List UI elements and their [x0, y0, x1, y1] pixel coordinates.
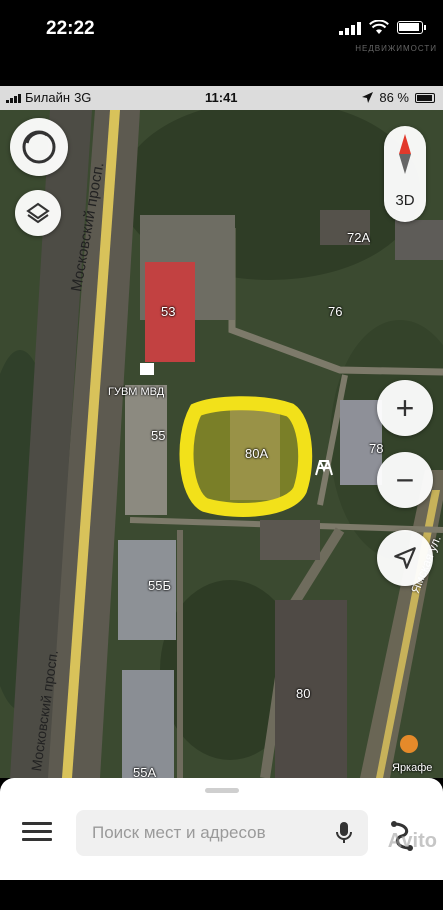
watermark-text: НЕДВИЖИМОСТИ [355, 44, 437, 53]
building-label-76[interactable]: 76 [328, 304, 342, 319]
building-label-78[interactable]: 78 [369, 441, 383, 456]
menu-button[interactable] [22, 822, 52, 846]
cellular-signal-icon [339, 21, 361, 35]
zoom-out-button[interactable]: − [377, 452, 433, 508]
device-status-bar: 22:22 НЕДВИЖИМОСТИ [0, 0, 443, 86]
poi-guvm-mvd[interactable]: ГУВМ МВД [108, 386, 164, 398]
building-label-80[interactable]: 80 [296, 686, 310, 701]
battery-icon [415, 92, 435, 103]
menu-icon-line [22, 838, 52, 841]
minus-icon: − [395, 462, 415, 498]
playground-icon [315, 460, 333, 476]
screenshot-status-bar: Билайн 3G 11:41 86 % [0, 86, 443, 110]
microphone-icon[interactable] [336, 822, 352, 844]
drag-handle[interactable] [205, 788, 239, 793]
building-label-55b[interactable]: 55Б [148, 578, 171, 593]
menu-icon-line [22, 822, 52, 825]
screenshot-clock: 11:41 [205, 90, 238, 105]
building-label-55a[interactable]: 55А [133, 765, 156, 778]
layers-button[interactable] [15, 190, 61, 236]
device-clock: 22:22 [46, 18, 95, 39]
device-status-icons [339, 20, 426, 35]
plus-icon: + [395, 390, 415, 426]
poi-cafe[interactable]: Яркафе [392, 762, 432, 774]
wifi-icon [369, 20, 389, 34]
battery-percent: 86 % [379, 90, 409, 105]
menu-icon-line [22, 830, 52, 833]
3d-toggle-label[interactable]: 3D [384, 192, 426, 209]
avito-watermark: Avito [387, 830, 437, 852]
building-label-72a[interactable]: 72А [347, 230, 370, 245]
carrier-name: Билайн [25, 90, 71, 105]
my-location-top-button[interactable] [10, 118, 68, 176]
layers-icon [26, 202, 50, 224]
search-panel: Avito [0, 778, 443, 880]
circle-target-icon [22, 130, 56, 164]
satellite-map[interactable]: Московский просп. Московский просп. Ямск… [0, 110, 443, 778]
building-label-53[interactable]: 53 [161, 304, 175, 319]
building-label-80a[interactable]: 80А [245, 446, 268, 461]
compass-3d-control[interactable]: 3D [384, 126, 426, 222]
bottom-bezel [0, 880, 443, 910]
my-location-button[interactable] [377, 530, 433, 586]
search-box[interactable] [76, 810, 368, 856]
network-type: 3G [74, 90, 92, 105]
search-input[interactable] [92, 823, 312, 843]
navigation-arrow-icon [394, 547, 416, 569]
building-label-55[interactable]: 55 [151, 428, 165, 443]
compass-icon [399, 134, 411, 174]
zoom-in-button[interactable]: + [377, 380, 433, 436]
battery-icon [397, 21, 426, 34]
location-arrow-icon [362, 92, 374, 103]
cellular-signal-icon [6, 93, 21, 103]
